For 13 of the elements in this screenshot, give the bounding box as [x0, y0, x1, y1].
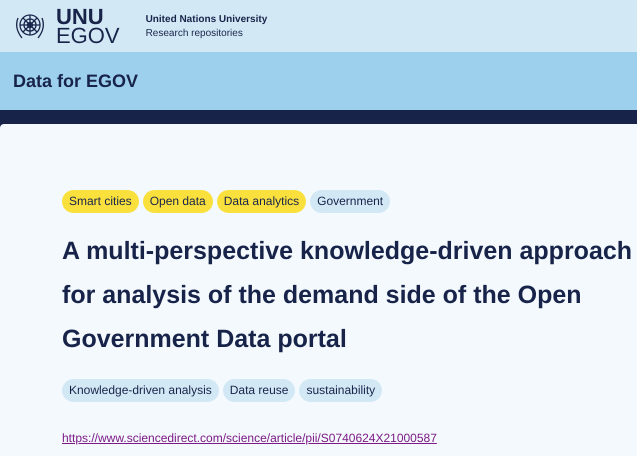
keyword-tag[interactable]: Knowledge-driven analysis — [62, 379, 219, 402]
category-tag[interactable]: Government — [310, 190, 390, 213]
article-title: A multi-perspective knowledge-driven approach for analysis of the demand side of the Open Government Data portal — [62, 236, 634, 355]
article-link[interactable]: https://www.sciencedirect.com/science/article/pii/S0740624X21000587 — [62, 431, 437, 445]
keyword-tag[interactable]: sustainability — [299, 379, 382, 402]
category-tag[interactable]: Smart cities — [62, 190, 139, 213]
site-title[interactable]: Data for EGOV — [13, 70, 138, 92]
logo: UNU EGOV — [56, 7, 120, 45]
keyword-tag[interactable]: Data reuse — [222, 379, 296, 402]
subtitle: Research repositories — [146, 28, 244, 38]
org-name: United Nations University — [146, 14, 268, 24]
category-tag[interactable]: Open data — [142, 190, 213, 213]
category-tag[interactable]: Data analytics — [216, 190, 306, 213]
